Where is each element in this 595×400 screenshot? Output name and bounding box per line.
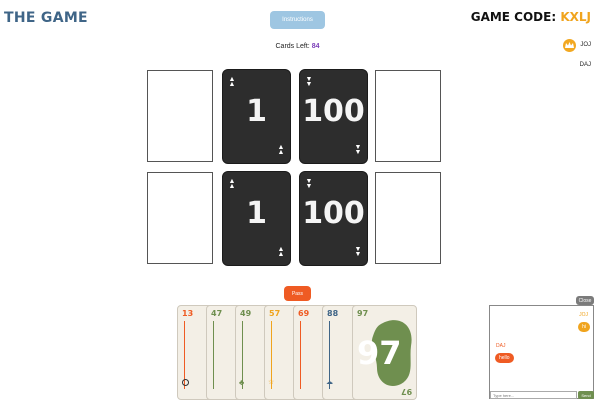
- cloud-icon: ☁: [326, 379, 333, 386]
- card-value: 47: [211, 309, 223, 318]
- arrow-down-icon: ▼ ▼: [305, 76, 313, 88]
- cards-left-label: Cards Left:: [275, 43, 312, 50]
- game-title: THE GAME: [4, 10, 88, 26]
- pile-value: 100: [302, 196, 365, 231]
- card-big-value: 97: [357, 334, 402, 372]
- arrow-down-icon: ▼ ▼: [354, 144, 362, 156]
- card-value: 13: [182, 309, 194, 318]
- empty-card-slot: [147, 172, 213, 264]
- cards-left-count: 84: [311, 43, 320, 50]
- hand-card[interactable]: 97 97 97: [352, 305, 417, 400]
- empty-card-slot: [375, 70, 441, 162]
- pile-descending[interactable]: ▼ ▼ 100 ▼ ▼: [299, 69, 368, 164]
- pile-ascending[interactable]: ▲ ▲ 1 ▲ ▲: [222, 69, 291, 164]
- pile-descending[interactable]: ▼ ▼ 100 ▼ ▼: [299, 171, 368, 266]
- chat-input[interactable]: [490, 391, 577, 399]
- card-value-bottom: 97: [400, 387, 412, 396]
- card-value: 69: [298, 309, 310, 318]
- player-name: DAJ: [579, 62, 591, 68]
- chat-sender: DAJ: [496, 343, 506, 349]
- arrow-down-icon: ▼ ▼: [354, 246, 362, 258]
- arrow-down-icon: ▼ ▼: [305, 178, 313, 190]
- arrow-up-icon: ▲ ▲: [277, 246, 285, 258]
- chat-message-bubble: hi: [578, 322, 590, 332]
- instructions-button[interactable]: Instructions: [270, 11, 325, 29]
- card-value: 57: [269, 309, 281, 318]
- card-value: 88: [327, 309, 339, 318]
- arrow-up-icon: ▲ ▲: [277, 144, 285, 156]
- empty-card-slot: [147, 70, 213, 162]
- cards-left: Cards Left: 84: [0, 43, 595, 50]
- pile-ascending[interactable]: ▲ ▲ 1 ▲ ▲: [222, 171, 291, 266]
- game-code: GAME CODE: KXLJ: [471, 10, 591, 24]
- pass-button[interactable]: Pass: [284, 286, 311, 301]
- arrow-up-icon: ▲ ▲: [228, 178, 236, 190]
- chat-sender: JOJ: [579, 312, 588, 318]
- card-value: 49: [240, 309, 252, 318]
- player-item: JOJ: [531, 38, 591, 52]
- pile-value: 1: [246, 94, 267, 129]
- crown-icon: [563, 38, 577, 52]
- chat-message-bubble: hello: [495, 353, 514, 363]
- arrow-up-icon: ▲ ▲: [228, 76, 236, 88]
- player-item: DAJ: [531, 58, 591, 72]
- pile-value: 1: [246, 196, 267, 231]
- clover-icon: ♣: [239, 378, 245, 387]
- star-icon: ☆: [268, 379, 275, 386]
- chat-panel: JOJ hi DAJ hello Send: [489, 305, 594, 399]
- card-line: [300, 321, 301, 389]
- pile-value: 100: [302, 94, 365, 129]
- empty-card-slot: [375, 172, 441, 264]
- game-code-label: GAME CODE:: [470, 10, 561, 24]
- game-code-value: KXLJ: [560, 10, 591, 24]
- card-value: 97: [357, 309, 369, 318]
- player-hand: 13 47 49 ♣ 57 ☆ 69 88 ☁ 97 97 97: [177, 305, 417, 400]
- card-circle-icon: [182, 379, 189, 386]
- player-name: JOJ: [580, 42, 591, 48]
- player-list: JOJ DAJ: [531, 38, 591, 78]
- send-button[interactable]: Send: [578, 391, 594, 399]
- chat-close-button[interactable]: Close: [576, 296, 594, 305]
- card-line: [213, 321, 214, 389]
